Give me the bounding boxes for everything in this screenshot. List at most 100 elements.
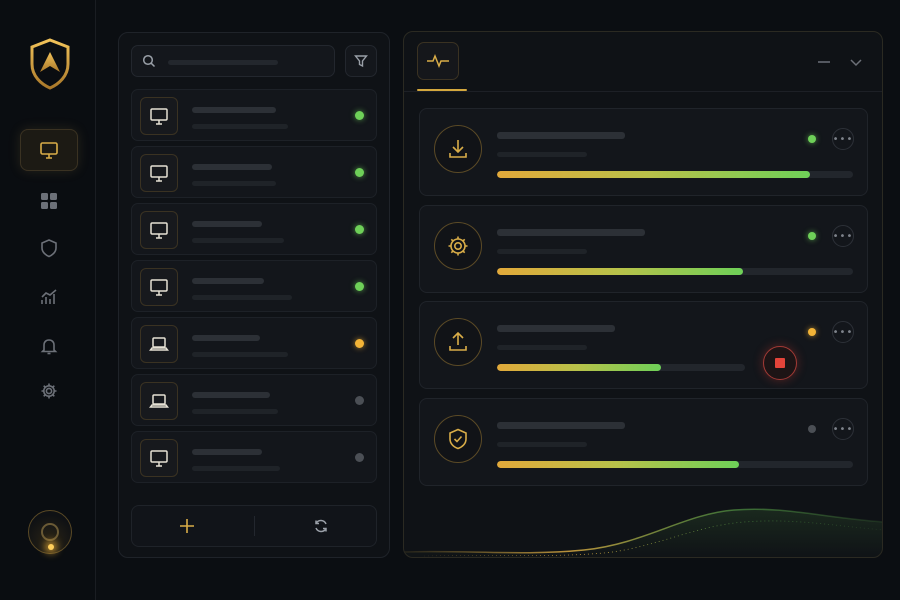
more-icon: •••	[832, 230, 854, 242]
device-detail-placeholder	[192, 466, 280, 471]
device-row[interactable]	[131, 374, 377, 426]
device-icon-box	[140, 97, 178, 135]
nav-apps[interactable]	[20, 180, 78, 222]
chart-icon	[41, 289, 57, 304]
more-icon: •••	[832, 326, 854, 338]
refresh-icon	[315, 519, 327, 533]
filter-icon	[354, 55, 368, 68]
status-indicator	[355, 453, 364, 462]
task-card[interactable]: •••	[419, 108, 868, 196]
device-name-placeholder	[192, 449, 262, 455]
device-detail-placeholder	[192, 238, 284, 243]
more-options-button[interactable]: •••	[832, 321, 854, 343]
device-row[interactable]	[131, 203, 377, 255]
device-name-placeholder	[192, 164, 272, 170]
activity-panel: ••• ••• ••• •••	[403, 31, 883, 558]
refresh-button[interactable]	[266, 506, 376, 546]
nav-devices[interactable]	[20, 129, 78, 171]
device-row[interactable]	[131, 317, 377, 369]
search-icon	[142, 54, 156, 68]
bell-icon	[40, 339, 58, 355]
status-indicator	[355, 168, 364, 177]
add-device-button[interactable]	[132, 506, 242, 546]
tab-activity[interactable]	[417, 42, 459, 80]
more-options-button[interactable]: •••	[832, 225, 854, 247]
task-progress-bar	[497, 171, 853, 178]
list-footer	[131, 505, 377, 547]
shield-icon	[41, 239, 57, 258]
task-progress-bar	[497, 461, 853, 468]
task-subtitle-placeholder	[497, 442, 587, 447]
upload-icon	[449, 331, 467, 351]
task-status-indicator	[808, 135, 816, 143]
task-status-indicator	[808, 328, 816, 336]
device-icon-box	[140, 268, 178, 306]
task-progress-bar	[497, 268, 853, 275]
status-indicator	[355, 282, 364, 291]
stop-button[interactable]	[763, 346, 797, 380]
laptop-icon	[149, 394, 169, 408]
more-icon: •••	[832, 423, 854, 435]
laptop-icon	[149, 337, 169, 351]
task-card[interactable]: •••	[419, 205, 868, 293]
device-name-placeholder	[192, 107, 276, 113]
plus-icon	[180, 519, 194, 533]
device-name-placeholder	[192, 221, 262, 227]
device-row[interactable]	[131, 89, 377, 141]
task-icon-circle	[434, 222, 482, 270]
device-icon-box	[140, 325, 178, 363]
progress-fill	[497, 461, 740, 468]
nav-settings[interactable]	[20, 370, 78, 412]
task-title-placeholder	[497, 132, 625, 139]
progress-fill	[497, 171, 811, 178]
minimize-button[interactable]	[812, 50, 836, 74]
monitor-icon	[150, 279, 168, 296]
task-title-placeholder	[497, 422, 625, 429]
task-card[interactable]: •••	[419, 301, 868, 389]
nav-analytics[interactable]	[20, 276, 78, 318]
minimize-icon	[818, 61, 830, 63]
task-status-indicator	[808, 232, 816, 240]
task-title-placeholder	[497, 325, 615, 332]
device-row[interactable]	[131, 146, 377, 198]
monitor-icon	[150, 165, 168, 182]
monitor-icon	[150, 108, 168, 125]
nav-security[interactable]	[20, 227, 78, 269]
task-icon-circle	[434, 125, 482, 173]
status-indicator	[355, 339, 364, 348]
task-subtitle-placeholder	[497, 152, 587, 157]
nav-notifications[interactable]	[20, 325, 78, 367]
monitor-icon	[40, 142, 58, 159]
chevron-down-icon	[850, 59, 862, 67]
shield-arrow-icon[interactable]	[28, 36, 72, 92]
footer-divider	[254, 516, 255, 536]
status-indicator	[355, 396, 364, 405]
device-detail-placeholder	[192, 181, 276, 186]
collapse-button[interactable]	[844, 50, 868, 74]
more-options-button[interactable]: •••	[832, 418, 854, 440]
active-tab-indicator	[417, 89, 467, 91]
device-name-placeholder	[192, 335, 260, 341]
device-detail-placeholder	[192, 124, 288, 129]
task-status-indicator	[808, 425, 816, 433]
gear-icon	[41, 383, 57, 399]
grid-icon	[41, 193, 57, 209]
device-row[interactable]	[131, 431, 377, 483]
webcam-icon	[41, 523, 59, 541]
device-row[interactable]	[131, 260, 377, 312]
download-icon	[449, 140, 467, 158]
task-subtitle-placeholder	[497, 345, 587, 350]
activity-header	[404, 32, 882, 92]
progress-fill	[497, 364, 661, 371]
device-icon-box	[140, 439, 178, 477]
device-detail-placeholder	[192, 295, 292, 300]
task-card[interactable]: •••	[419, 398, 868, 486]
status-indicator	[355, 225, 364, 234]
gear-icon	[448, 236, 468, 256]
filter-button[interactable]	[345, 45, 377, 77]
search-box[interactable]	[131, 45, 335, 77]
more-options-button[interactable]: •••	[832, 128, 854, 150]
device-name-placeholder	[192, 278, 264, 284]
stop-icon	[775, 358, 785, 368]
avatar[interactable]	[28, 510, 72, 554]
